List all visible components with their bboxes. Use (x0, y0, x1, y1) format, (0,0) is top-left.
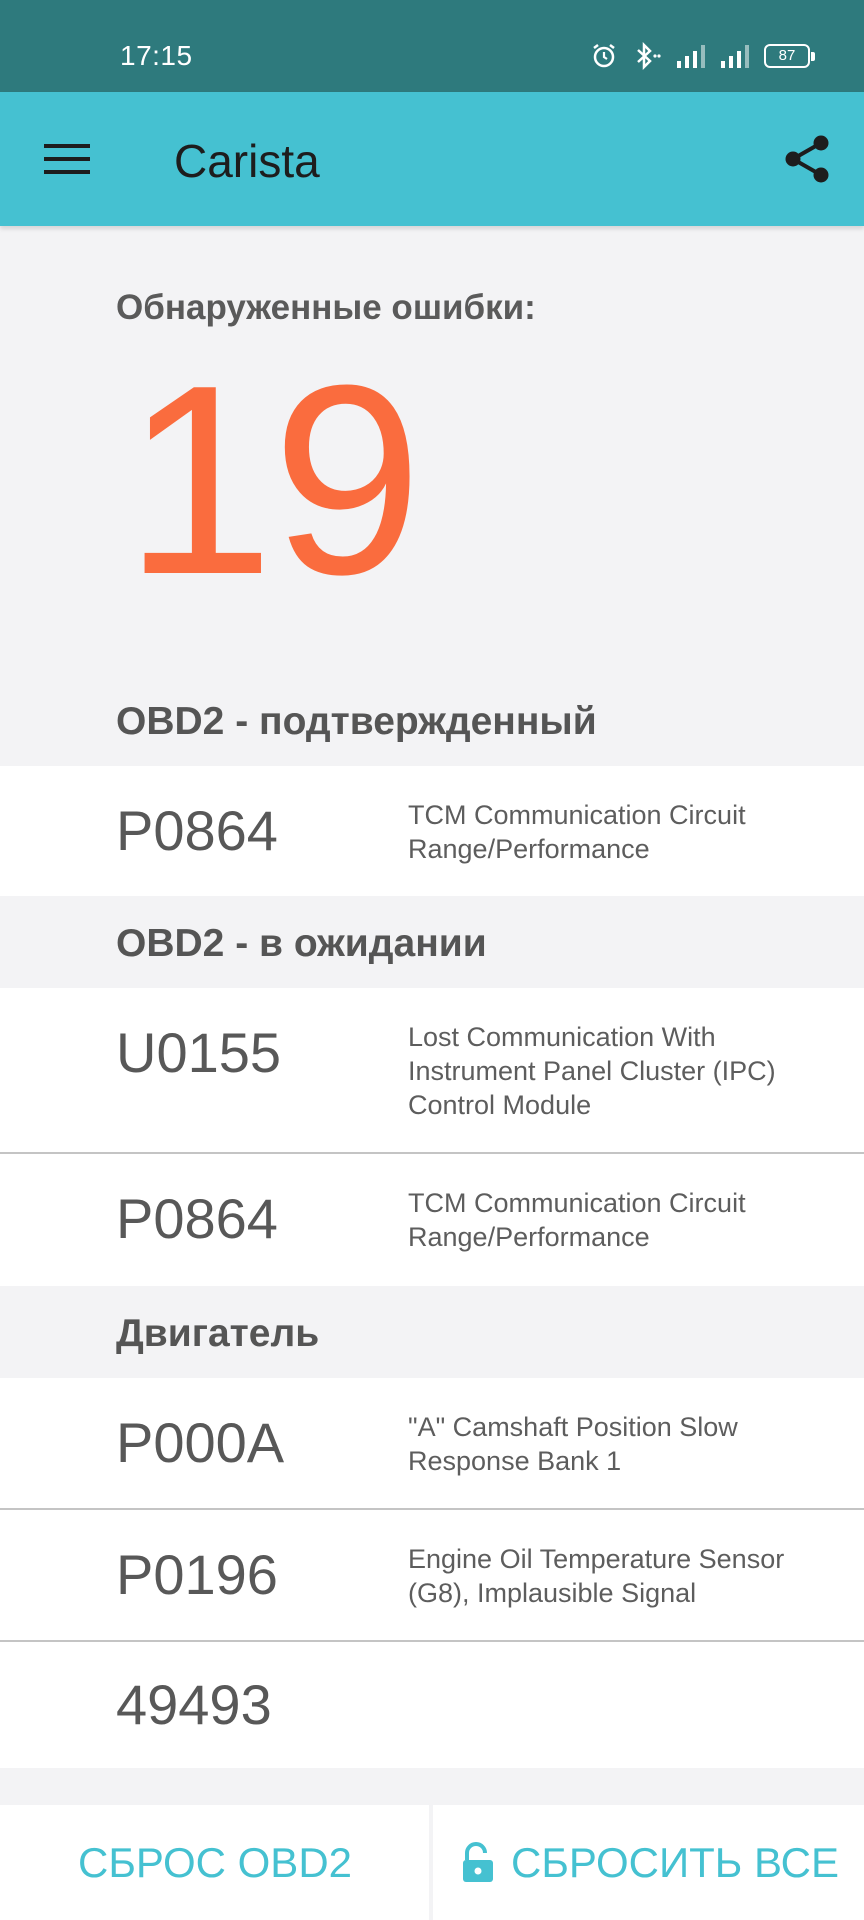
menu-button[interactable] (32, 124, 102, 194)
section-header-obd2-confirmed: OBD2 - подтвержденный (0, 686, 864, 766)
share-icon (785, 135, 829, 183)
status-time: 17:15 (120, 40, 193, 71)
fault-code: P000A (116, 1411, 285, 1474)
reset-obd2-label: СБРОС OBD2 (77, 1838, 353, 1886)
detected-errors-label: Обнаруженные ошибки: (116, 288, 536, 327)
section-header-obd2-pending: OBD2 - в ожидании (0, 896, 864, 988)
fault-code: P0864 (116, 1187, 278, 1250)
signal-icon (677, 45, 705, 68)
fault-code-row[interactable]: P0196 Engine Oil Temperature Sensor (G8)… (0, 1510, 864, 1642)
status-bar: 17:15 87 (0, 0, 864, 92)
reset-all-button[interactable]: СБРОСИТЬ ВСЕ (434, 1805, 864, 1920)
divider (429, 1805, 433, 1920)
fault-code: U0155 (116, 1021, 282, 1084)
bottom-action-bar: СБРОС OBD2 СБРОСИТЬ ВСЕ (0, 1805, 864, 1920)
share-button[interactable] (772, 124, 842, 194)
fault-description: Lost Communication With Instrument Panel… (408, 1022, 776, 1120)
fault-code: 49493 (116, 1673, 272, 1736)
section-header-engine: Двигатель (0, 1286, 864, 1378)
hamburger-menu-icon (44, 144, 90, 174)
fault-code-row[interactable]: 49493 (0, 1642, 864, 1768)
signal-icon-2 (721, 45, 749, 68)
fault-code: P0864 (116, 799, 278, 862)
fault-description: TCM Communication Circuit Range/Performa… (408, 1188, 746, 1252)
fault-description: "A" Camshaft Position Slow Response Bank… (408, 1412, 738, 1476)
fault-code: P0196 (116, 1543, 278, 1606)
battery-indicator: 87 (764, 44, 815, 68)
section-title: OBD2 - в ожидании (116, 922, 487, 965)
fault-description: TCM Communication Circuit Range/Performa… (408, 800, 746, 864)
section-title: OBD2 - подтвержденный (116, 700, 597, 743)
app-bar: Carista (0, 92, 864, 226)
status-icons: 87 (590, 42, 815, 70)
bluetooth-icon (637, 42, 661, 70)
fault-code-row[interactable]: P000A "A" Camshaft Position Slow Respons… (0, 1378, 864, 1510)
reset-all-label: СБРОСИТЬ ВСЕ (510, 1838, 840, 1886)
unlock-icon (462, 1841, 493, 1882)
detected-errors-count: 19 (124, 330, 422, 631)
fault-code-row[interactable]: P0864 TCM Communication Circuit Range/Pe… (0, 766, 864, 896)
app-title: Carista (174, 135, 320, 187)
fault-code-row[interactable]: U0155 Lost Communication With Instrument… (0, 988, 864, 1154)
fault-code-row[interactable]: P0864 TCM Communication Circuit Range/Pe… (0, 1154, 864, 1286)
alarm-icon (593, 44, 615, 68)
fault-description: Engine Oil Temperature Sensor (G8), Impl… (408, 1544, 785, 1608)
section-title: Двигатель (116, 1312, 320, 1355)
reset-obd2-button[interactable]: СБРОС OBD2 (0, 1805, 430, 1920)
